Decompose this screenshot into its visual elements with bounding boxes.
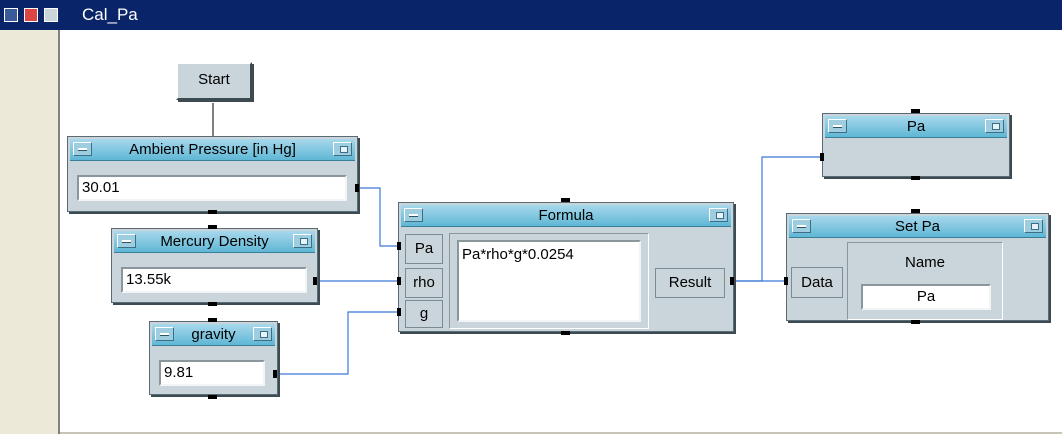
gravity-seq-out-pin[interactable] <box>208 395 217 399</box>
formula-input-pa[interactable]: Pa <box>405 234 443 264</box>
formula-input-g[interactable]: g <box>405 300 443 328</box>
object-menu-icon[interactable] <box>985 119 1004 133</box>
set-pa-data-in-pin[interactable] <box>784 277 788 285</box>
set-pa-seq-out-pin[interactable] <box>911 320 920 324</box>
formula-input-rho[interactable]: rho <box>405 268 443 298</box>
gravity-input[interactable]: 9.81 <box>159 360 265 386</box>
formula-g-in-pin[interactable] <box>397 308 401 316</box>
ambient-pressure-title: Ambient Pressure [in Hg] <box>129 141 296 158</box>
formula-seq-in-pin[interactable] <box>561 198 570 202</box>
object-menu-icon[interactable] <box>709 208 728 222</box>
mercury-density-title: Mercury Density <box>160 233 269 250</box>
gravity-seq-in-pin[interactable] <box>208 318 217 322</box>
ambient-pressure-object[interactable]: Ambient Pressure [in Hg] 30.01 <box>67 136 358 212</box>
window-title-bar[interactable]: Cal_Pa <box>0 0 1062 30</box>
object-menu-icon[interactable] <box>253 327 272 341</box>
formula-seq-out-pin[interactable] <box>561 331 570 335</box>
start-button[interactable]: Start <box>176 62 252 100</box>
minimize-object-icon[interactable] <box>828 119 847 133</box>
formula-rho-in-pin[interactable] <box>397 277 401 285</box>
left-panel <box>0 30 58 434</box>
restore-icon[interactable] <box>24 8 38 22</box>
mercury-density-input[interactable]: 13.55k <box>121 267 307 293</box>
formula-object[interactable]: Formula Pa rho g Pa*rho*g*0.0254 Result <box>398 202 734 332</box>
gravity-title: gravity <box>191 326 236 343</box>
object-menu-icon[interactable] <box>333 142 352 156</box>
formula-expression[interactable]: Pa*rho*g*0.0254 <box>457 240 641 322</box>
set-pa-object[interactable]: Set Pa Data Name Pa <box>786 213 1049 321</box>
pa-display-object[interactable]: Pa <box>822 113 1010 177</box>
mercury-density-header[interactable]: Mercury Density <box>114 231 315 253</box>
pa-display-title: Pa <box>906 118 926 135</box>
minimize-object-icon[interactable] <box>73 142 92 156</box>
gravity-object[interactable]: gravity 9.81 <box>149 321 278 395</box>
object-menu-icon[interactable] <box>293 234 312 248</box>
set-pa-title: Set Pa <box>894 218 941 235</box>
set-pa-name-label: Name <box>904 254 945 271</box>
formula-output-result[interactable]: Result <box>655 268 725 298</box>
set-pa-header[interactable]: Set Pa <box>789 216 1046 238</box>
formula-pa-in-pin[interactable] <box>397 242 401 250</box>
ambient-pressure-input[interactable]: 30.01 <box>77 175 347 201</box>
pa-display-in-pin[interactable] <box>820 153 824 161</box>
app-icon[interactable] <box>4 8 18 22</box>
formula-result-out-pin[interactable] <box>730 277 734 285</box>
mercury-density-seq-in-pin[interactable] <box>208 225 217 229</box>
set-pa-name-input[interactable]: Pa <box>861 284 991 310</box>
minimize-object-icon[interactable] <box>404 208 423 222</box>
pa-display-header[interactable]: Pa <box>825 116 1007 138</box>
mercury-density-seq-out-pin[interactable] <box>208 302 217 306</box>
object-menu-icon[interactable] <box>1024 219 1043 233</box>
formula-title: Formula <box>538 207 594 224</box>
minimize-object-icon[interactable] <box>117 234 136 248</box>
gravity-header[interactable]: gravity <box>152 324 275 346</box>
set-pa-input-data[interactable]: Data <box>791 267 843 298</box>
ambient-pressure-out-pin[interactable] <box>355 184 359 192</box>
ambient-pressure-header[interactable]: Ambient Pressure [in Hg] <box>70 139 355 161</box>
gravity-out-pin[interactable] <box>273 370 277 378</box>
minimize-object-icon[interactable] <box>155 327 174 341</box>
formula-header[interactable]: Formula <box>401 205 731 227</box>
ambient-pressure-seq-out-pin[interactable] <box>208 210 217 214</box>
minimize-icon[interactable] <box>44 8 58 22</box>
pa-display-seq-in-pin[interactable] <box>911 109 920 113</box>
set-pa-seq-in-pin[interactable] <box>911 209 920 213</box>
pa-display-seq-out-pin[interactable] <box>911 176 920 180</box>
window-title: Cal_Pa <box>82 5 138 24</box>
mercury-density-object[interactable]: Mercury Density 13.55k <box>111 228 318 303</box>
minimize-object-icon[interactable] <box>792 219 811 233</box>
mercury-density-out-pin[interactable] <box>313 277 317 285</box>
